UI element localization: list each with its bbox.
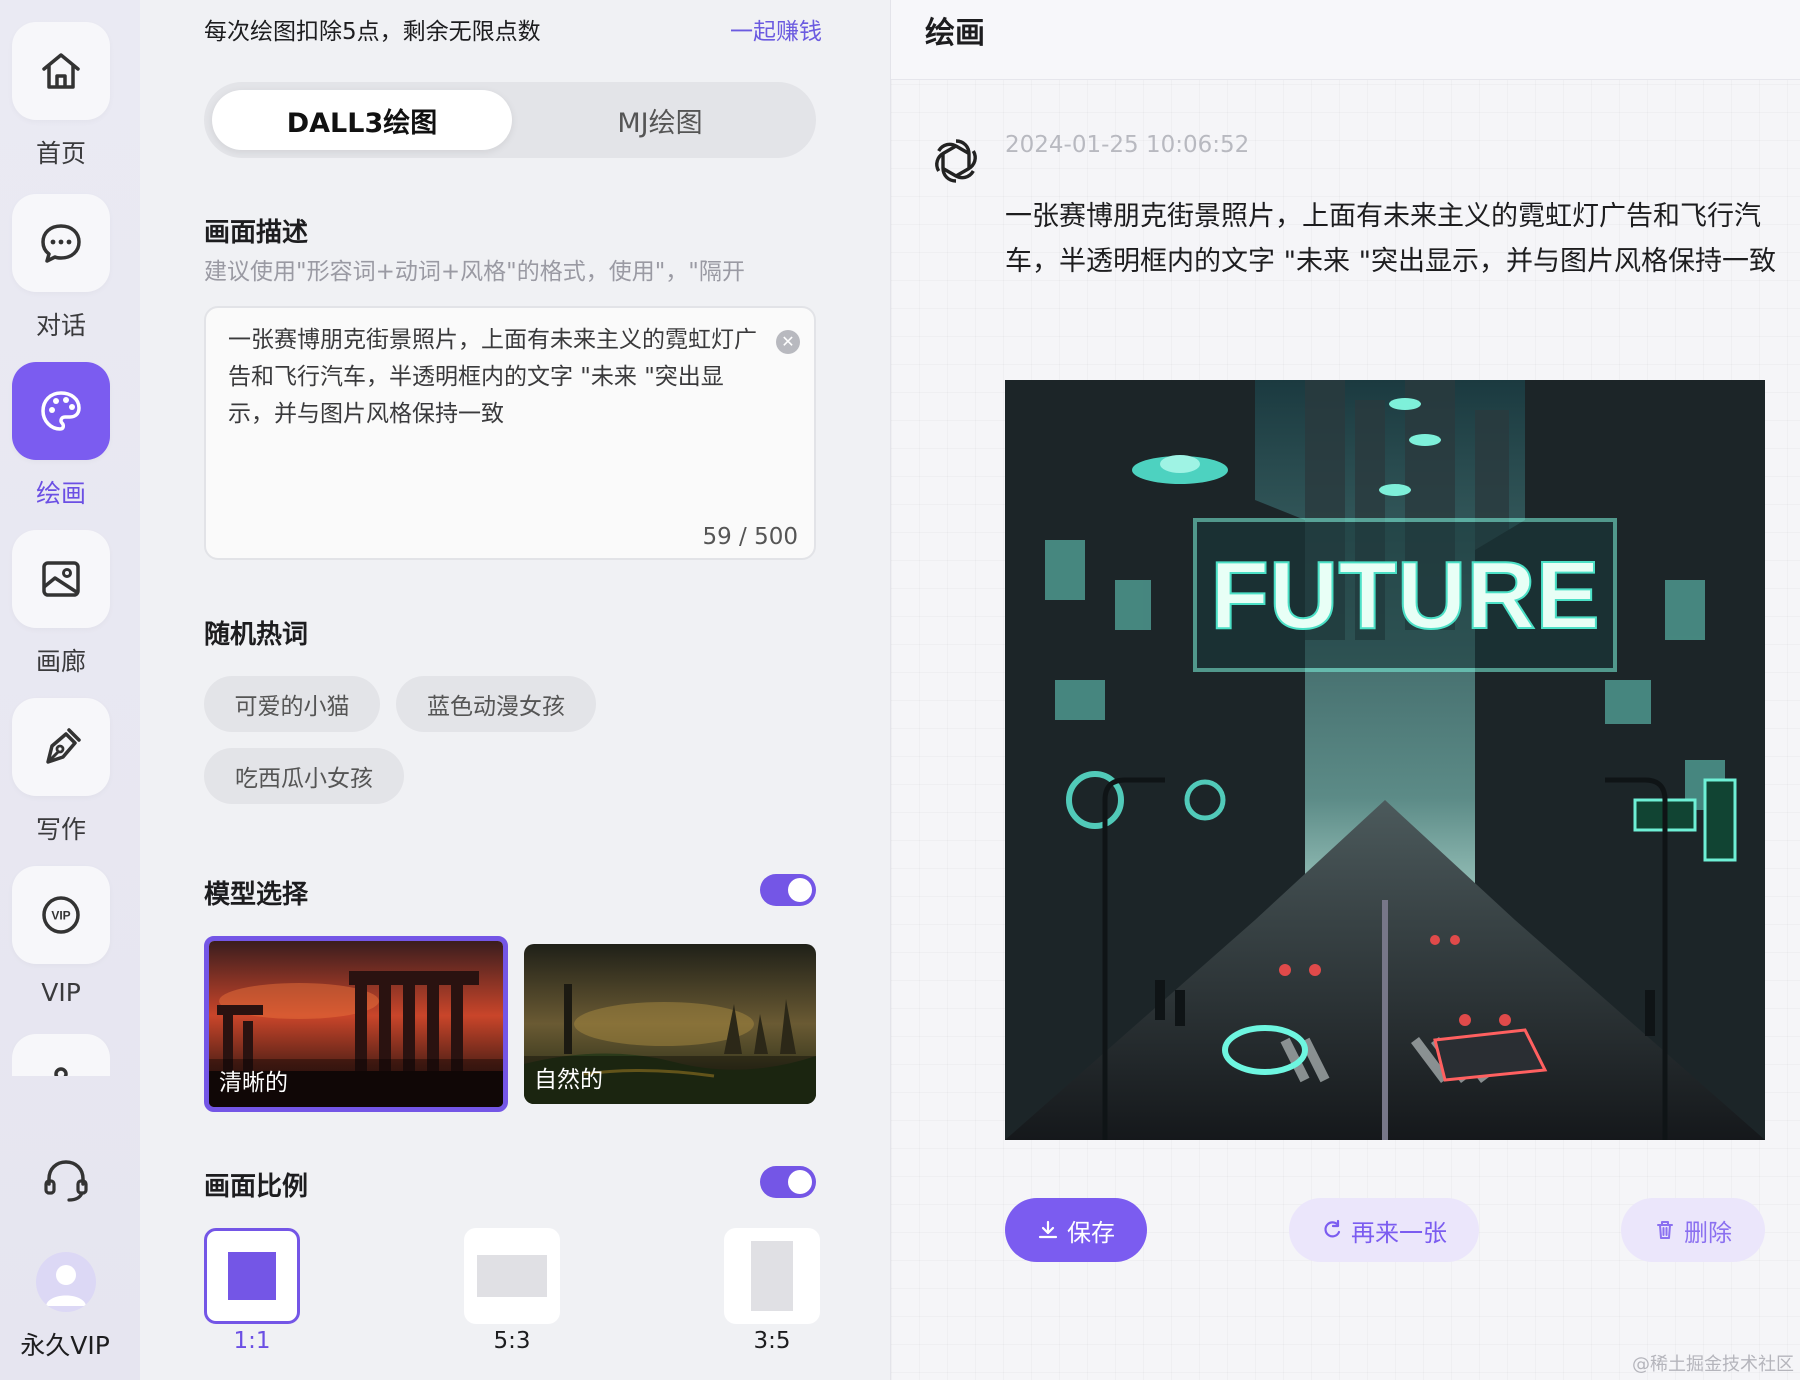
model-label: 清晰的 <box>219 1070 288 1096</box>
square-shape <box>228 1252 276 1300</box>
points-info: 每次绘图扣除5点，剩余无限点数 <box>204 19 541 45</box>
model-option-natural[interactable]: 自然的 <box>524 944 816 1104</box>
ratio-option-1-1[interactable] <box>204 1228 300 1324</box>
ratio-label: 5:3 <box>493 1328 531 1354</box>
ratio-heading: 画面比例 <box>204 1172 309 1202</box>
prompt-display: 一张赛博朋克街景照片，上面有未来主义的霓虹灯广告和飞行汽车，半透明框内的文字 "… <box>1005 201 1777 277</box>
result-area: 绘画 2024-01-25 10:06:52 一张赛博朋克街景照片，上面有未来主… <box>890 0 1800 1380</box>
chat-icon <box>41 224 81 263</box>
sidebar-nav: 首页 对话 绘画 画廊 写作 VIP VIP 永久VIP <box>0 0 140 1380</box>
result-header: 绘画 <box>891 0 1800 80</box>
ratio-label: 3:5 <box>753 1328 791 1354</box>
prompt-textarea[interactable]: 一张赛博朋克街景照片，上面有未来主义的霓虹灯广告和飞行汽车，半透明框内的文字 "… <box>204 306 816 560</box>
hot-word-chip[interactable]: 吃西瓜小女孩 <box>204 748 404 804</box>
engine-tabs: DALL3绘图 MJ绘图 <box>204 82 816 158</box>
pen-icon <box>46 728 81 764</box>
model-option-clear[interactable]: 清晰的 <box>204 936 508 1112</box>
ratio-toggle[interactable] <box>760 1166 816 1198</box>
nav-item-home[interactable]: 首页 <box>12 22 110 170</box>
drawing-settings-panel: 每次绘图扣除5点，剩余无限点数 一起赚钱 DALL3绘图 MJ绘图 画面描述 建… <box>140 0 890 1380</box>
timestamp: 2024-01-25 10:06:52 <box>1005 132 1250 158</box>
nav-tile <box>12 362 110 460</box>
palette-icon <box>41 391 81 431</box>
delete-button[interactable]: 删除 <box>1621 1198 1765 1262</box>
model-toggle[interactable] <box>760 874 816 906</box>
nav-label: 写作 <box>35 815 86 844</box>
regenerate-button[interactable]: 再来一张 <box>1289 1198 1479 1262</box>
page-title: 绘画 <box>925 16 985 51</box>
model-label: 自然的 <box>534 1067 603 1093</box>
tab-dall3[interactable]: DALL3绘图 <box>212 90 512 150</box>
nav-item-more[interactable] <box>12 1034 110 1076</box>
nav-label: 对话 <box>35 311 86 340</box>
nav-label: VIP <box>41 978 81 1007</box>
svg-text:VIP: VIP <box>51 909 70 923</box>
earn-link[interactable]: 一起赚钱 <box>730 12 822 46</box>
nav-label: 首页 <box>35 139 86 168</box>
more-icon <box>54 1067 68 1076</box>
char-counter: 59 / 500 <box>702 524 798 550</box>
cyberpunk-street-image: FUTURE <box>1005 380 1765 1140</box>
nav-tile <box>12 1034 110 1076</box>
nav-item-vip[interactable]: VIP VIP <box>12 866 110 1007</box>
avatar[interactable] <box>36 1252 96 1312</box>
nav-label: 绘画 <box>35 479 86 508</box>
prompt-text[interactable]: 一张赛博朋克街景照片，上面有未来主义的霓虹灯广告和飞行汽车，半透明框内的文字 "… <box>228 322 758 433</box>
nav-item-write[interactable]: 写作 <box>12 698 110 846</box>
watermark: @稀土掘金技术社区 <box>1632 1354 1794 1375</box>
vip-icon: VIP <box>42 896 80 934</box>
nav-tile <box>12 22 110 120</box>
nav-item-chat[interactable]: 对话 <box>12 194 110 342</box>
regenerate-label: 再来一张 <box>1351 1218 1447 1247</box>
nav-tile: VIP <box>12 866 110 964</box>
delete-label: 删除 <box>1684 1218 1732 1247</box>
description-hint: 建议使用"形容词+动词+风格"的格式，使用"，"隔开 <box>204 259 745 285</box>
generated-image[interactable]: FUTURE <box>1005 380 1765 1140</box>
portrait-shape <box>751 1241 793 1311</box>
nav-item-draw[interactable]: 绘画 <box>12 362 110 510</box>
ratio-label: 1:1 <box>233 1328 271 1354</box>
ratio-option-3-5[interactable] <box>724 1228 820 1324</box>
future-sign-text: FUTURE <box>1210 542 1599 649</box>
user-icon <box>46 1265 86 1306</box>
refresh-icon <box>1324 1219 1341 1238</box>
hot-word-chip[interactable]: 可爱的小猫 <box>204 676 380 732</box>
download-icon <box>1038 1220 1058 1239</box>
nav-tile <box>12 194 110 292</box>
landscape-shape <box>477 1255 547 1297</box>
nav-item-gallery[interactable]: 画廊 <box>12 530 110 678</box>
save-button[interactable]: 保存 <box>1005 1198 1147 1262</box>
user-vip-label: 永久VIP <box>20 1331 110 1360</box>
nav-tile <box>12 530 110 628</box>
home-icon <box>42 53 80 89</box>
ratio-option-5-3[interactable] <box>464 1228 560 1324</box>
openai-logo-icon <box>935 139 977 183</box>
hot-words-heading: 随机热词 <box>204 620 309 650</box>
description-heading: 画面描述 <box>204 218 309 248</box>
nav-label: 画廊 <box>35 647 86 676</box>
save-label: 保存 <box>1067 1218 1115 1247</box>
model-heading: 模型选择 <box>204 880 309 910</box>
trash-icon <box>1657 1221 1673 1239</box>
gallery-icon <box>42 561 80 597</box>
headset-icon[interactable] <box>40 1154 92 1206</box>
clear-icon[interactable]: ✕ <box>776 330 800 354</box>
tab-mj[interactable]: MJ绘图 <box>510 90 810 150</box>
nav-tile <box>12 698 110 796</box>
hot-word-chip[interactable]: 蓝色动漫女孩 <box>396 676 596 732</box>
